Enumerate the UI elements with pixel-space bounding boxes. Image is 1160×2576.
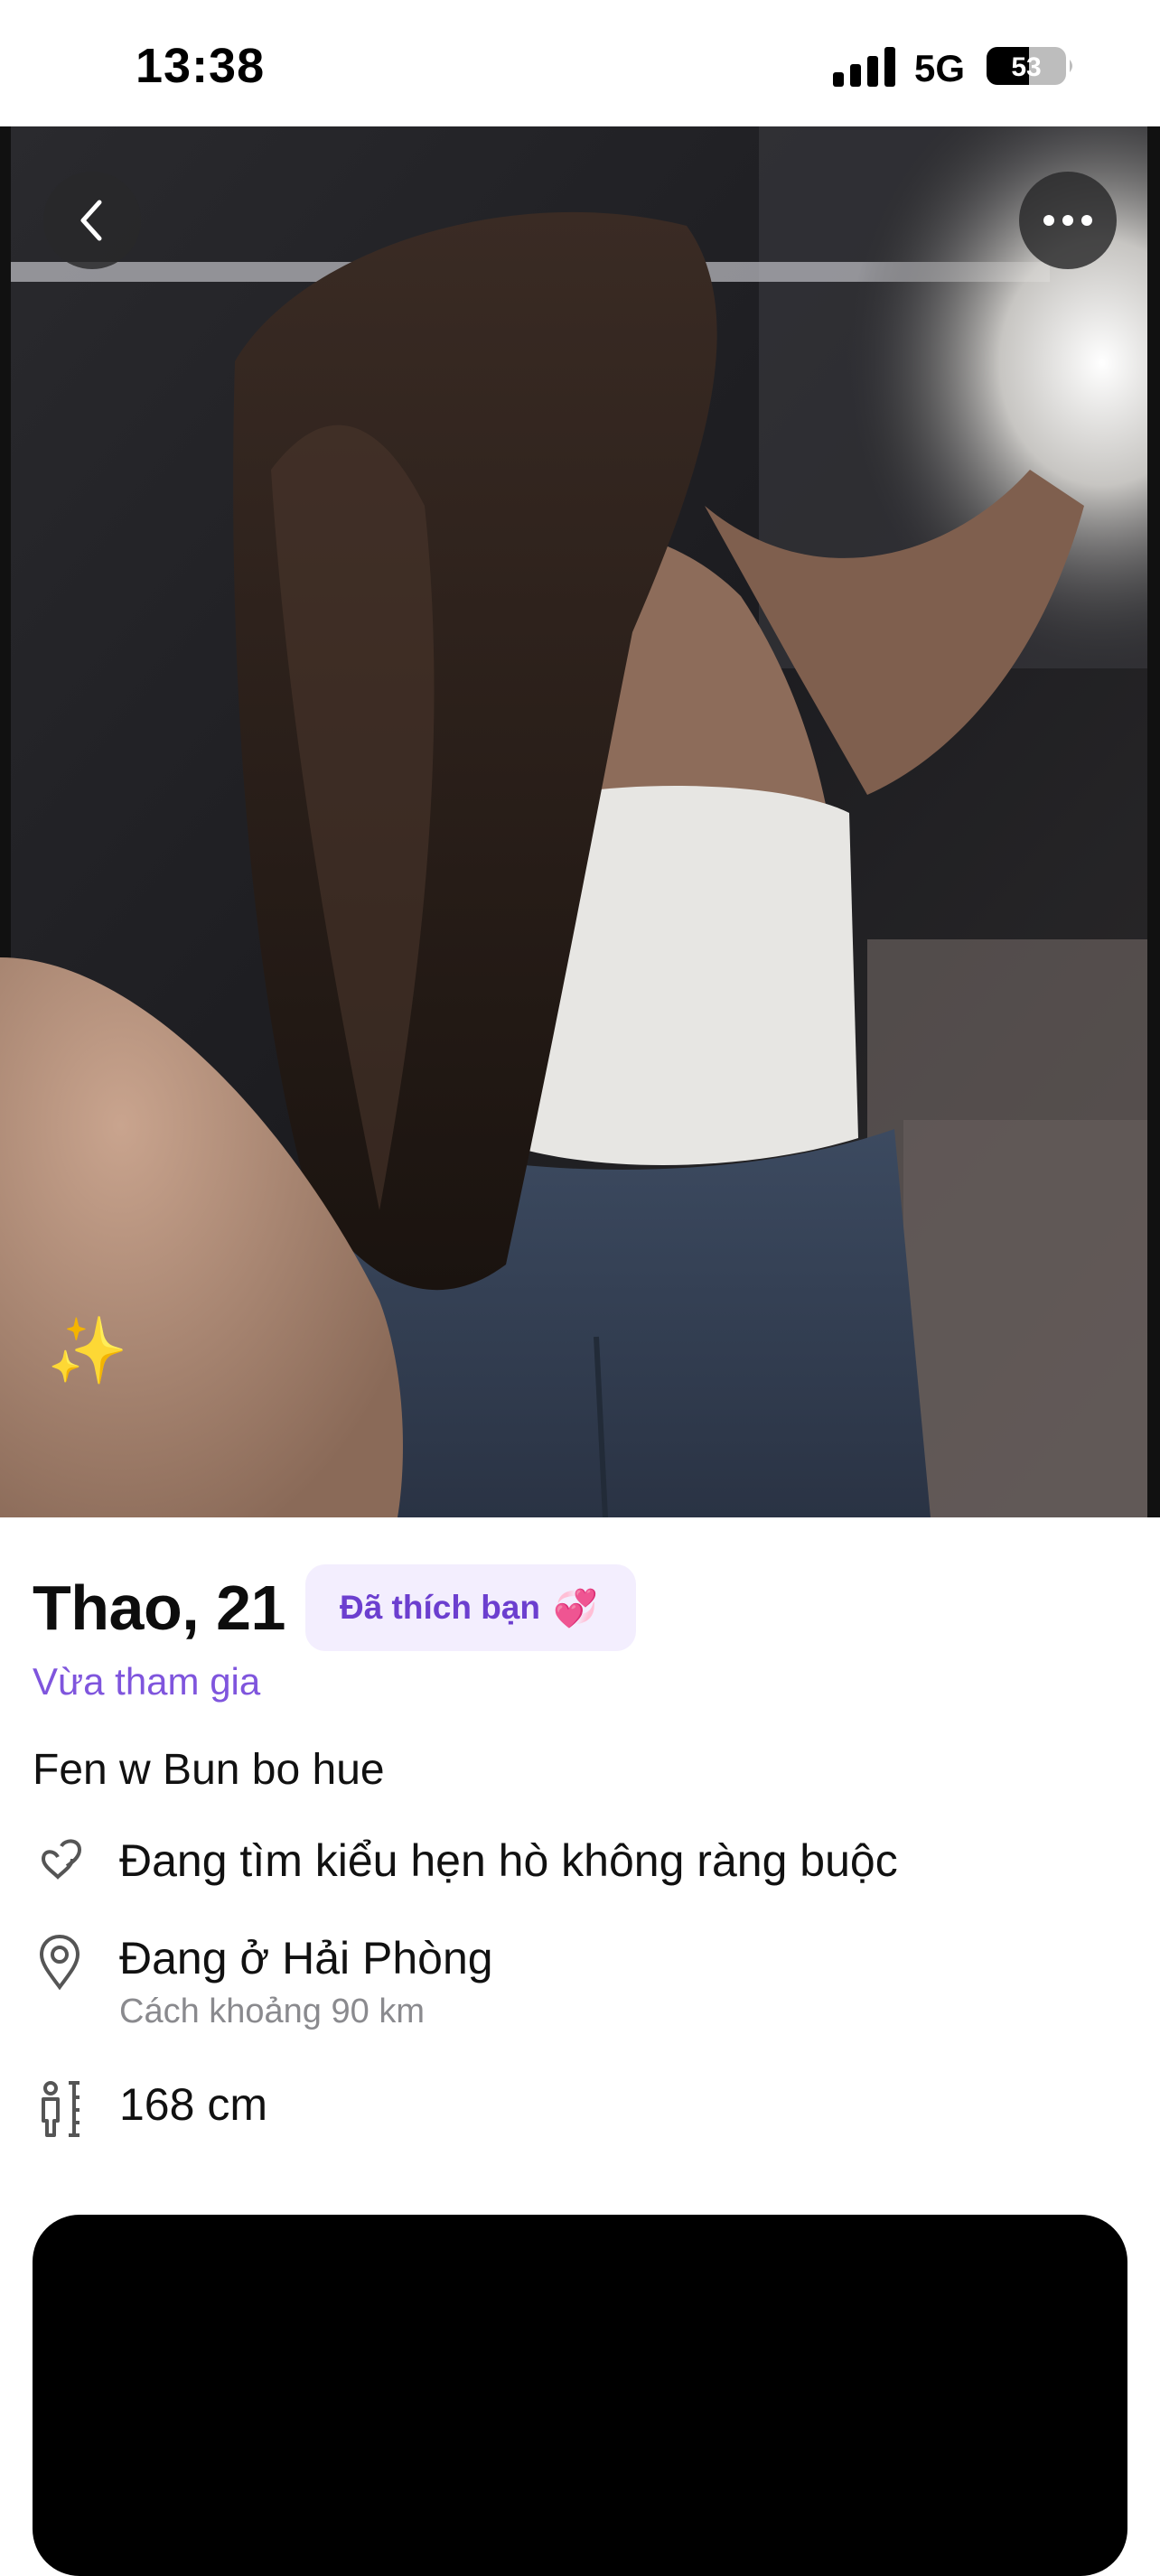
profile-name-age: Thao, 21 [33, 1573, 285, 1643]
looking-for-text: Đang tìm kiểu hẹn hò không ràng buộc [119, 1835, 898, 1886]
network-type: 5G [914, 47, 966, 89]
liked-you-badge: Đã thích bạn 💞 [304, 1564, 636, 1651]
name-row: Thao, 21 Đã thích bạn 💞 [33, 1564, 636, 1651]
distance-text: Cách khoảng 90 km [119, 1992, 425, 2030]
liked-heart-emoji: 💞 [553, 1588, 598, 1629]
photo-scene [0, 126, 1160, 1517]
height-text: 168 cm [119, 2079, 267, 2130]
more-options-button[interactable] [1019, 172, 1117, 269]
joined-status: Vừa tham gia [33, 1660, 261, 1703]
profile-photo[interactable]: ✨ [0, 126, 1160, 1517]
location-row: Đang ở Hải Phòng Cách khoảng 90 km [33, 1933, 493, 2031]
battery-icon: 53 [987, 47, 1072, 85]
sparkle-emoji: ✨ [47, 1315, 128, 1387]
more-dots-icon [1043, 215, 1092, 226]
status-time: 13:38 [136, 39, 266, 93]
back-button[interactable] [43, 172, 141, 269]
looking-for-row: Đang tìm kiểu hẹn hò không ràng buộc [33, 1835, 898, 1895]
signal-icon [833, 47, 895, 87]
back-chevron-icon [80, 200, 102, 241]
location-text: Đang ở Hải Phòng [119, 1933, 493, 1983]
height-row: 168 cm [33, 2079, 267, 2139]
location-pin-icon [39, 1934, 80, 1991]
liked-badge-label: Đã thích bạn [339, 1589, 540, 1626]
battery-level: 53 [1011, 52, 1041, 82]
profile-bio: Fen w Bun bo hue [33, 1746, 385, 1794]
status-bar: 13:38 5G 53 [0, 0, 1160, 126]
next-media-card[interactable] [33, 2215, 1127, 2576]
height-icon [42, 2081, 80, 2137]
hearts-icon [41, 1839, 82, 1880]
